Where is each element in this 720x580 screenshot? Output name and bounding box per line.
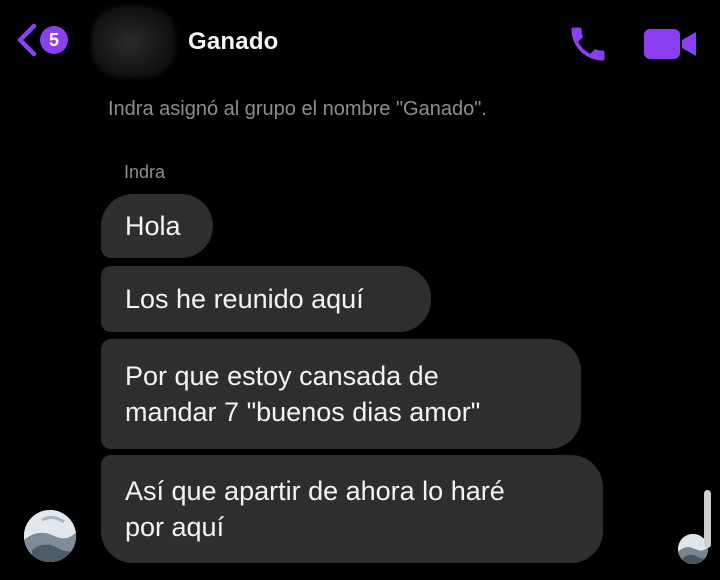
message-line: Así que apartir de ahora lo haré [125,476,505,506]
message-text: Hola [125,208,181,244]
message-line: mandar 7 "buenos dias amor" [125,397,481,427]
chat-header: 5 Ganado [0,0,720,90]
avatar-photo-icon [24,510,76,562]
message-bubble[interactable]: Hola [101,194,213,258]
video-camera-icon[interactable] [642,26,700,62]
scrollbar[interactable] [704,490,711,548]
phone-icon[interactable] [566,22,610,66]
message-text: Así que apartir de ahora lo haré por aqu… [125,473,505,545]
message-line: por aquí [125,512,225,542]
back-button[interactable]: 5 [14,20,68,60]
message-line: Hola [125,211,181,241]
message-bubble[interactable]: Así que apartir de ahora lo haré por aqu… [101,455,603,563]
sender-avatar[interactable] [24,510,76,562]
sender-name: Indra [124,162,166,182]
message-bubble[interactable]: Por que estoy cansada de mandar 7 "bueno… [101,339,581,449]
message-line: Por que estoy cansada de [125,361,439,391]
group-avatar[interactable] [92,6,176,78]
system-message: Indra asignó al grupo el nombre "Ganado"… [108,98,487,120]
message-bubble[interactable]: Los he reunido aquí [101,266,431,332]
group-title[interactable]: Ganado [188,28,279,56]
message-line: Los he reunido aquí [125,284,364,314]
chevron-left-icon [17,23,37,57]
unread-count-badge: 5 [40,26,68,54]
message-text: Por que estoy cansada de mandar 7 "bueno… [125,358,480,430]
message-text: Los he reunido aquí [125,281,364,317]
